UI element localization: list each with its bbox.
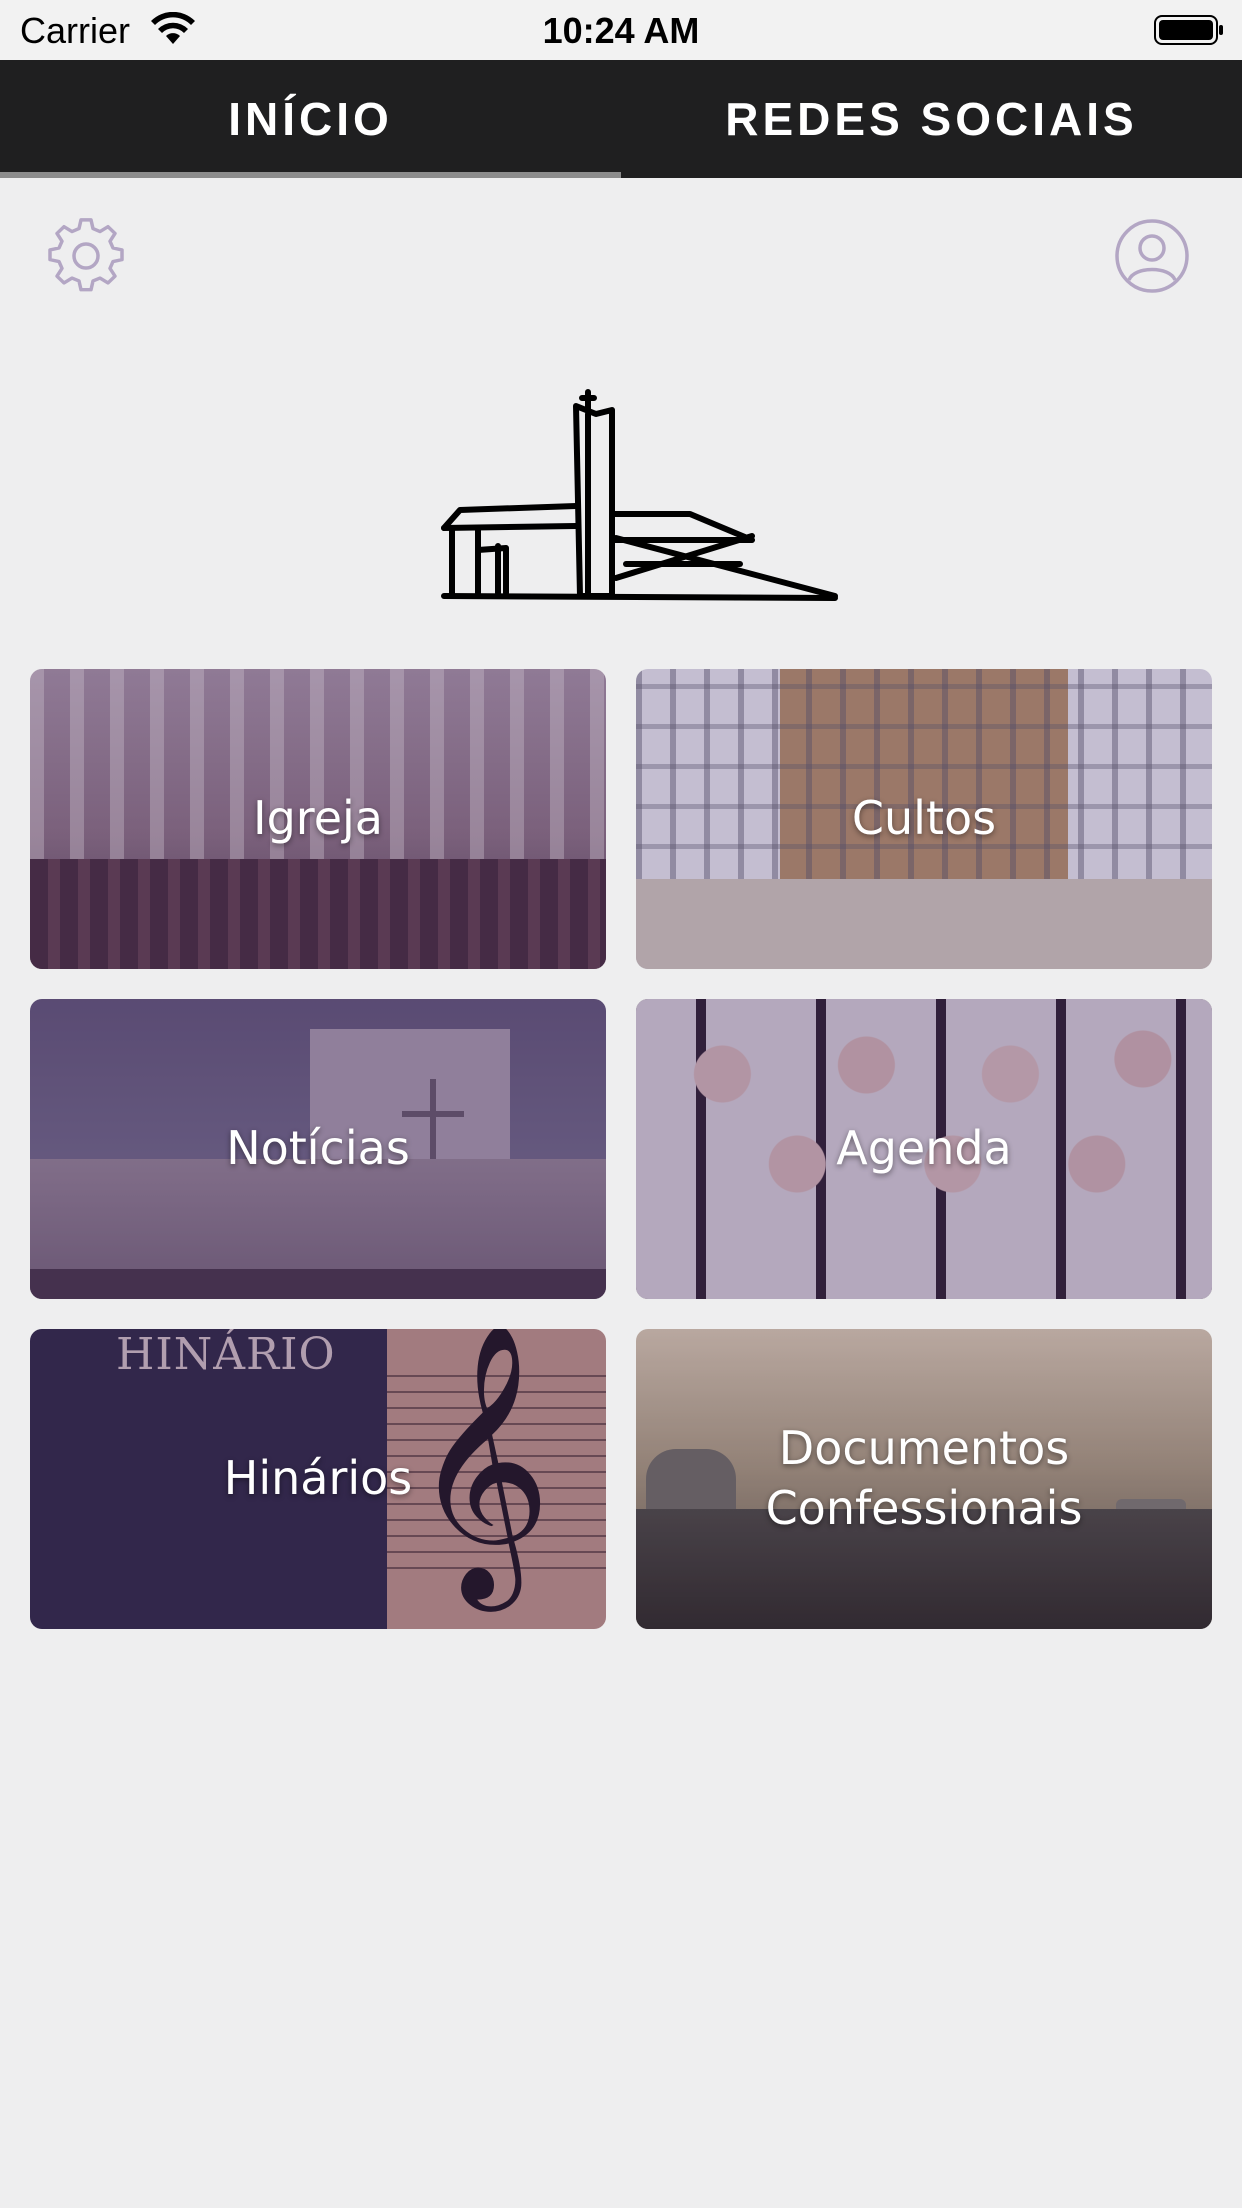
card-cultos-label: Cultos	[851, 791, 997, 846]
menu-grid: Igreja Cultos Notícias Agenda HINÁRIO 𝄞 …	[30, 669, 1212, 1629]
tab-inicio-label: INÍCIO	[228, 93, 393, 145]
tab-redes-sociais[interactable]: REDES SOCIAIS	[621, 60, 1242, 178]
tab-redes-sociais-label: REDES SOCIAIS	[725, 93, 1138, 145]
top-tab-bar: INÍCIO REDES SOCIAIS	[0, 60, 1242, 178]
tab-selected-indicator	[0, 172, 621, 178]
tab-inicio[interactable]: INÍCIO	[0, 60, 621, 178]
church-building-logo	[441, 389, 838, 601]
card-hinarios[interactable]: HINÁRIO 𝄞 Hinários	[30, 1329, 606, 1629]
card-noticias[interactable]: Notícias	[30, 999, 606, 1299]
battery-icon	[1154, 15, 1223, 45]
card-agenda[interactable]: Agenda	[636, 999, 1212, 1299]
card-igreja[interactable]: Igreja	[30, 669, 606, 969]
status-bar: Carrier 10:24 AM	[0, 0, 1242, 60]
card-agenda-label: Agenda	[836, 1121, 1012, 1176]
card-hinarios-label: Hinários	[223, 1451, 413, 1506]
card-igreja-label: Igreja	[253, 791, 383, 846]
settings-button[interactable]	[48, 218, 124, 294]
profile-button[interactable]	[1114, 218, 1190, 294]
gear-icon	[48, 218, 124, 292]
card-documentos-label: Documentos Confessionais	[765, 1421, 1083, 1535]
card-documentos-confessionais[interactable]: Documentos Confessionais	[636, 1329, 1212, 1629]
status-time: 10:24 AM	[542, 10, 700, 51]
card-noticias-label: Notícias	[226, 1121, 410, 1176]
user-circle-icon	[1115, 219, 1189, 293]
card-cultos[interactable]: Cultos	[636, 669, 1212, 969]
